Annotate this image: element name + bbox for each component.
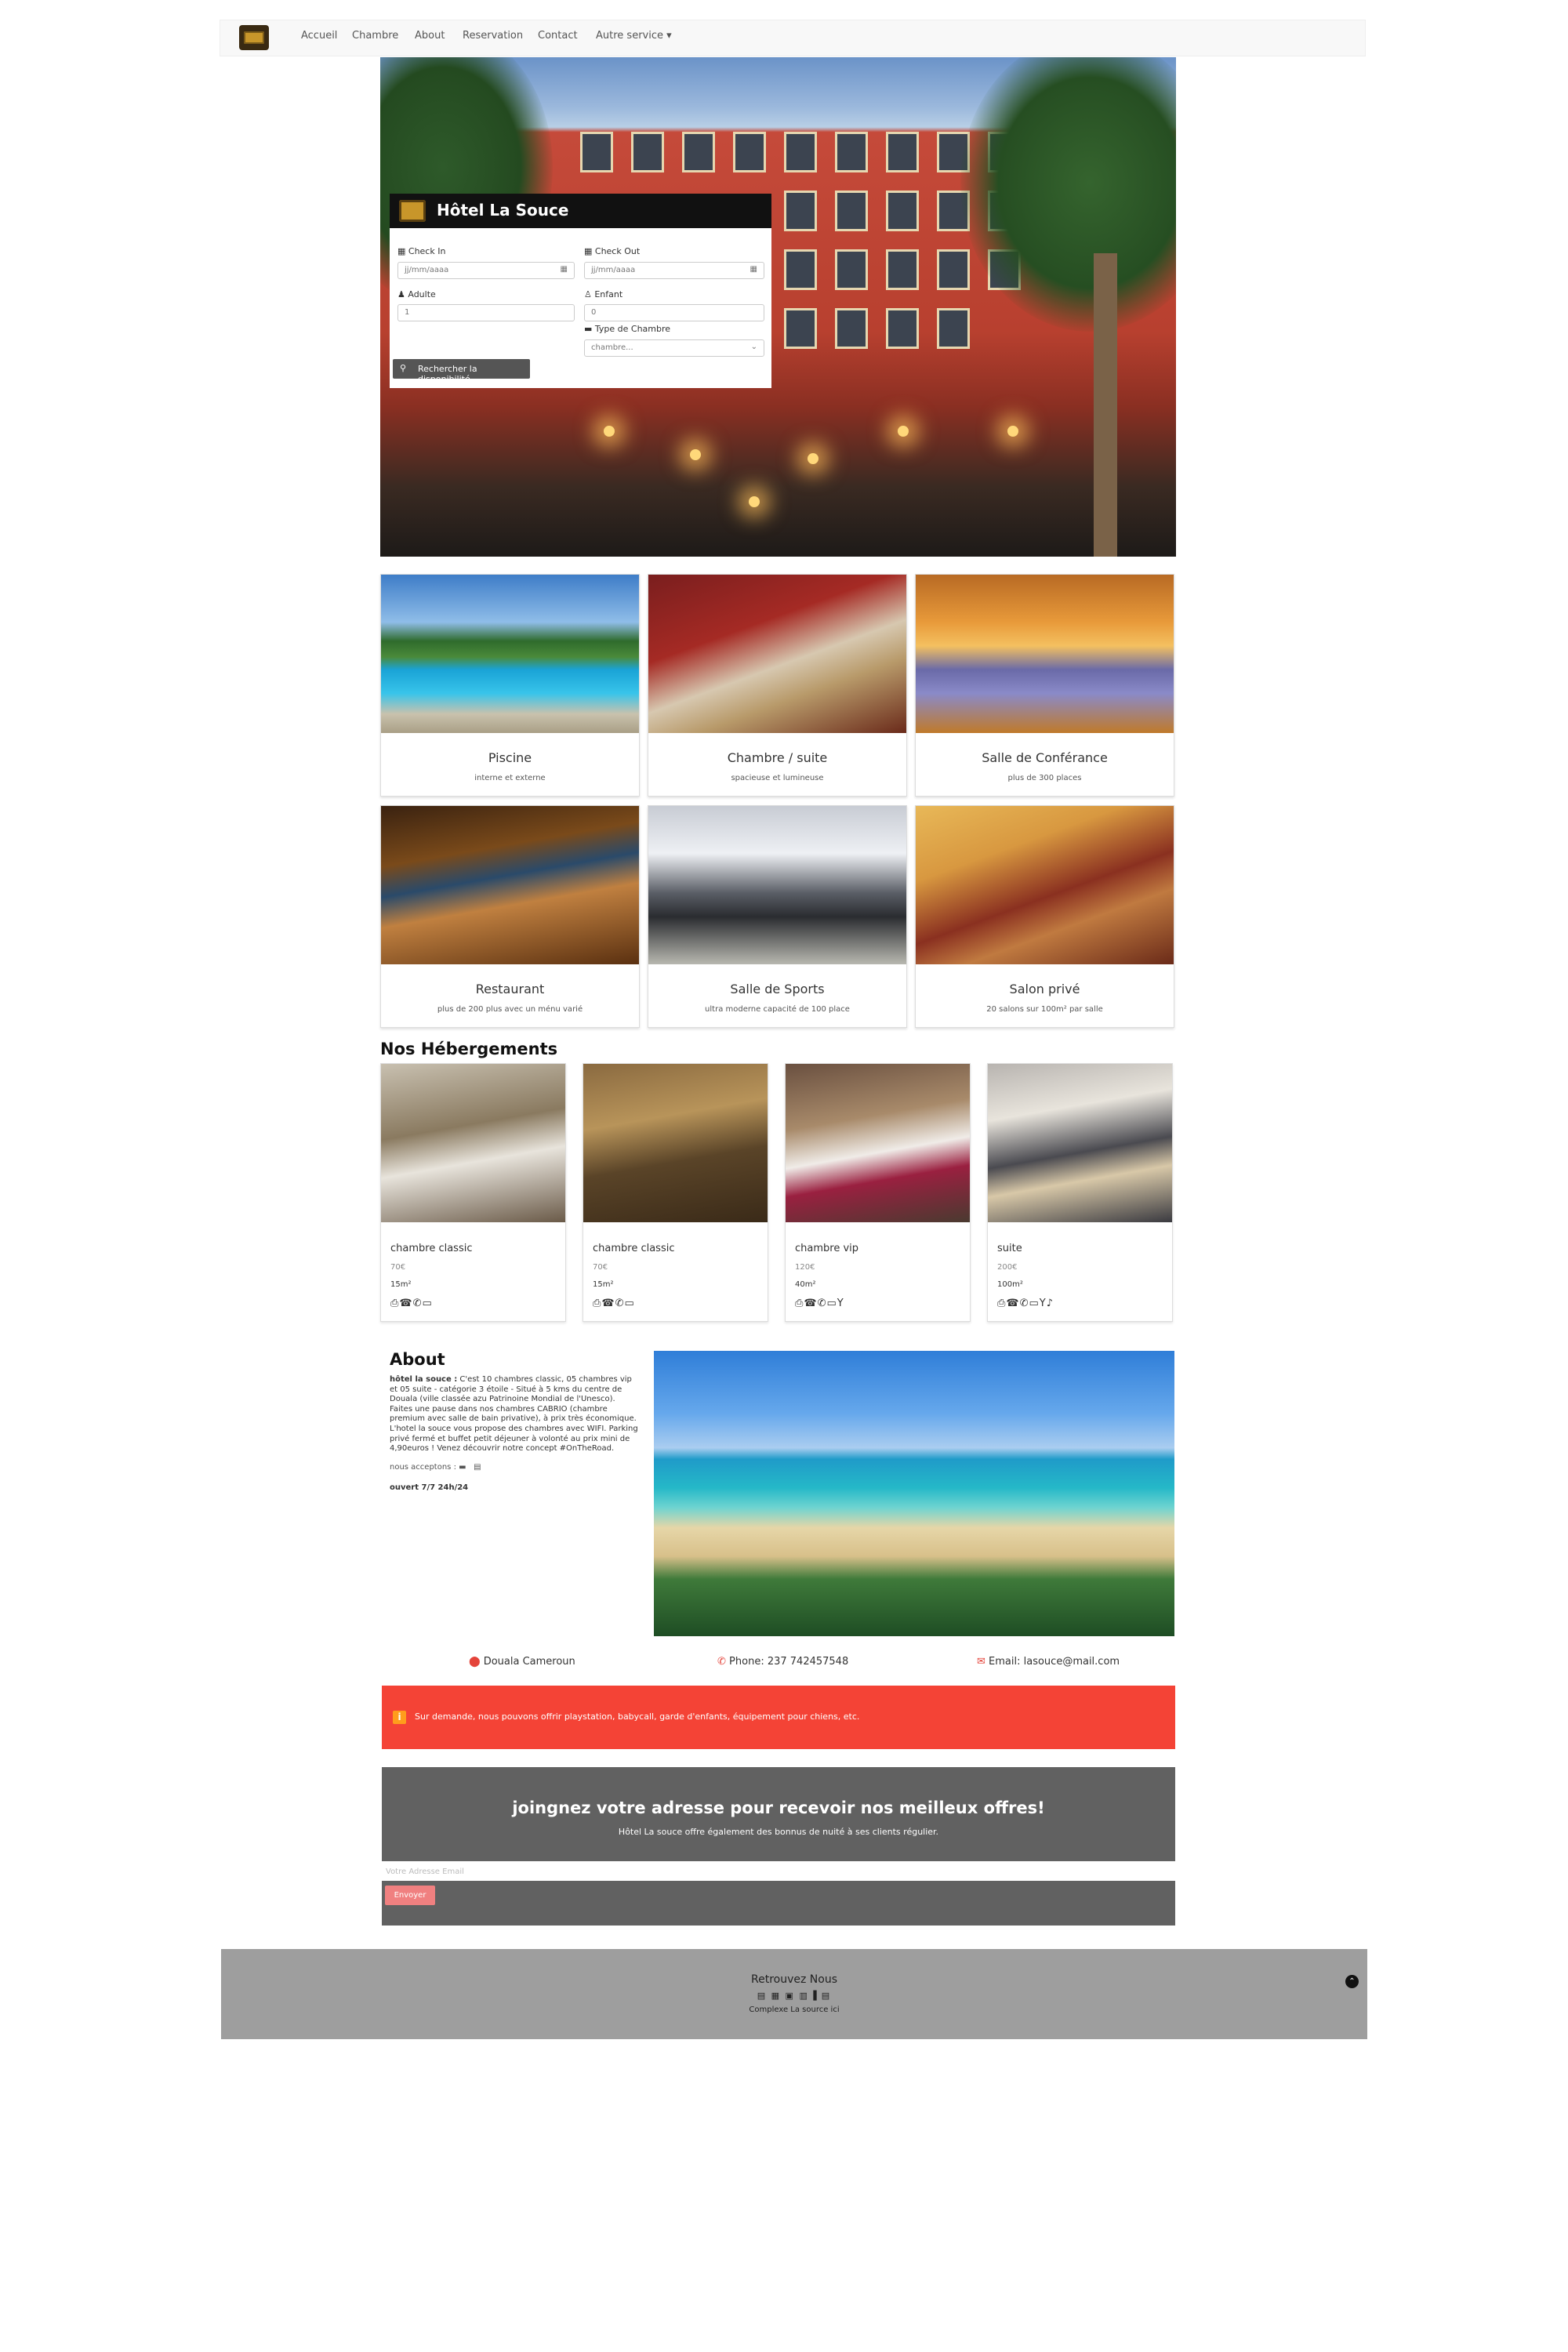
contact-location: ⬤ Douala Cameroun: [469, 1656, 575, 1668]
feature-card-sports[interactable]: Salle de Sports ultra moderne capacité d…: [648, 805, 907, 1028]
send-button[interactable]: Envoyer: [385, 1886, 435, 1905]
salon-image: [916, 806, 1174, 964]
nav-autre-service-dropdown[interactable]: Autre service ▾: [596, 30, 672, 42]
check-in-input[interactable]: jj/mm/aaaa ▦: [397, 262, 575, 279]
newsletter-form-bar: [382, 1881, 1175, 1926]
info-icon: i: [393, 1711, 406, 1724]
newsletter-subheading: Hôtel La souce offre également des bonnu…: [618, 1827, 939, 1837]
room-type-label: ▬ Type de Chambre: [584, 324, 671, 334]
calendar-icon[interactable]: ▦: [561, 265, 568, 274]
contact-phone[interactable]: ✆ Phone: 237 742457548: [717, 1656, 848, 1668]
amenities-icons: ⎙☎✆▭: [593, 1298, 635, 1309]
bed-icon: ▬: [584, 324, 595, 334]
pool-image: [381, 575, 639, 733]
alert-text: Sur demande, nous pouvons offrir playsta…: [415, 1711, 860, 1722]
feature-card-chambre[interactable]: Chambre / suite spacieuse et lumineuse: [648, 574, 907, 797]
room-image: [786, 1064, 970, 1222]
calendar-icon: ▦: [584, 246, 595, 256]
gym-image: [648, 806, 906, 964]
restaurant-image: [381, 806, 639, 964]
room-image: [381, 1064, 565, 1222]
check-in-label: ▦ Check In: [397, 246, 446, 256]
feature-card-salon[interactable]: Salon privé 20 salons sur 100m² par sall…: [915, 805, 1174, 1028]
room-card[interactable]: chambre vip 120€ 40m² ⎙☎✆▭Y: [785, 1063, 971, 1322]
room-image: [988, 1064, 1172, 1222]
scroll-top-icon[interactable]: ⌃: [1345, 1975, 1359, 1988]
chevron-down-icon[interactable]: ⌄: [751, 343, 757, 351]
footer-copyright: Complexe La source ici: [749, 2005, 840, 2014]
beach-image: [654, 1351, 1174, 1636]
person-icon: ♟: [397, 289, 408, 299]
credit-card-icon: ▬: [459, 1463, 466, 1472]
check-out-label: ▦ Check Out: [584, 246, 641, 256]
conference-room-image: [916, 575, 1174, 733]
child-icon: ♙: [584, 289, 595, 299]
about-text: hôtel la souce : C'est 10 chambres class…: [390, 1375, 638, 1454]
envelope-icon: ✉: [977, 1656, 985, 1668]
room-card[interactable]: chambre classic 70€ 15m² ⎙☎✆▭: [380, 1063, 566, 1322]
hotel-title: Hôtel La Souce: [437, 201, 569, 220]
child-input[interactable]: 0: [584, 304, 764, 321]
room-card[interactable]: suite 200€ 100m² ⎙☎✆▭Y♪: [987, 1063, 1173, 1322]
amenities-icons: ⎙☎✆▭Y: [795, 1298, 844, 1309]
newsletter-email-input[interactable]: Votre Adresse Email: [386, 1867, 464, 1876]
social-icons[interactable]: ▤ ▦ ▣ ▥ ▌▤: [221, 1991, 1367, 2001]
newsletter-heading: joingnez votre adresse pour recevoir nos…: [512, 1798, 1045, 1817]
feature-card-restaurant[interactable]: Restaurant plus de 200 plus avec un ménu…: [380, 805, 640, 1028]
opening-hours: ouvert 7/7 24h/24: [390, 1483, 469, 1492]
contact-email[interactable]: ✉ Email: lasouce@mail.com: [977, 1656, 1120, 1668]
suite-image: [648, 575, 906, 733]
amenities-icons: ⎙☎✆▭Y♪: [997, 1298, 1054, 1309]
nav-chambre[interactable]: Chambre: [352, 30, 398, 42]
nav-contact[interactable]: Contact: [538, 30, 578, 42]
room-image: [583, 1064, 768, 1222]
map-marker-icon: ⬤: [469, 1656, 481, 1668]
footer: Retrouvez Nous ▤ ▦ ▣ ▥ ▌▤ Complexe La so…: [221, 1949, 1367, 2039]
hotel-logo-icon[interactable]: [239, 25, 269, 50]
payment-methods: nous acceptons : ▬ ▤: [390, 1463, 481, 1472]
amenities-icons: ⎙☎✆▭: [390, 1298, 433, 1309]
child-label: ♙ Enfant: [584, 289, 623, 299]
adult-label: ♟ Adulte: [397, 289, 436, 299]
nav-about[interactable]: About: [415, 30, 445, 42]
feature-card-piscine[interactable]: Piscine interne et externe: [380, 574, 640, 797]
phone-icon: ✆: [717, 1656, 726, 1668]
room-type-select[interactable]: chambre... ⌄: [584, 339, 764, 357]
info-alert: i Sur demande, nous pouvons offrir plays…: [382, 1686, 1175, 1749]
room-card[interactable]: chambre classic 70€ 15m² ⎙☎✆▭: [583, 1063, 768, 1322]
search-availability-button[interactable]: ⚲ Rechercher la disponibilité: [393, 359, 530, 384]
booking-header: Hôtel La Souce: [390, 194, 771, 228]
calendar-icon[interactable]: ▦: [750, 265, 757, 274]
nav-accueil[interactable]: Accueil: [301, 30, 337, 42]
nav-reservation[interactable]: Reservation: [463, 30, 523, 42]
adult-input[interactable]: 1: [397, 304, 575, 321]
feature-card-conference[interactable]: Salle de Conférance plus de 300 places: [915, 574, 1174, 797]
about-heading: About: [390, 1350, 445, 1369]
check-out-input[interactable]: jj/mm/aaaa ▦: [584, 262, 764, 279]
calendar-icon: ▦: [397, 246, 408, 256]
hotel-logo-icon: [399, 200, 426, 222]
search-icon: ⚲: [400, 363, 407, 373]
cash-icon: ▤: [474, 1463, 481, 1472]
accommodations-heading: Nos Hébergements: [380, 1040, 558, 1058]
newsletter-banner: joingnez votre adresse pour recevoir nos…: [382, 1767, 1175, 1861]
footer-heading: Retrouvez Nous: [751, 1973, 837, 1986]
